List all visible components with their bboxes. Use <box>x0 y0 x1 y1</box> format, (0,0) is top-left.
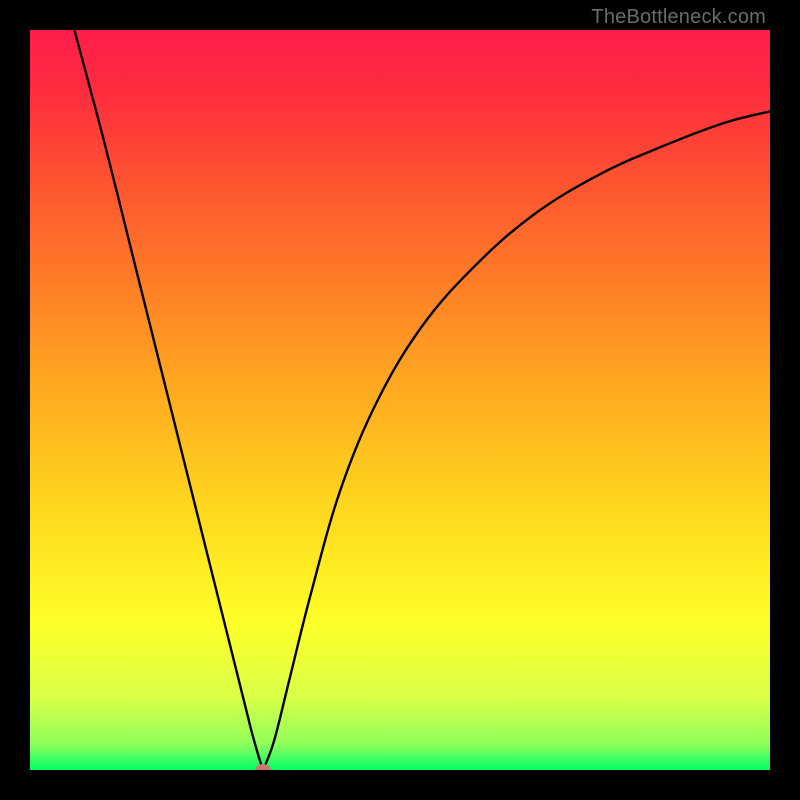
curve-right-branch <box>263 111 770 770</box>
plot-area <box>30 30 770 770</box>
curve-left-branch <box>74 30 263 770</box>
chart-frame: TheBottleneck.com <box>0 0 800 800</box>
watermark-text: TheBottleneck.com <box>591 6 766 29</box>
minimum-marker <box>255 764 271 770</box>
curve-layer <box>30 30 770 770</box>
